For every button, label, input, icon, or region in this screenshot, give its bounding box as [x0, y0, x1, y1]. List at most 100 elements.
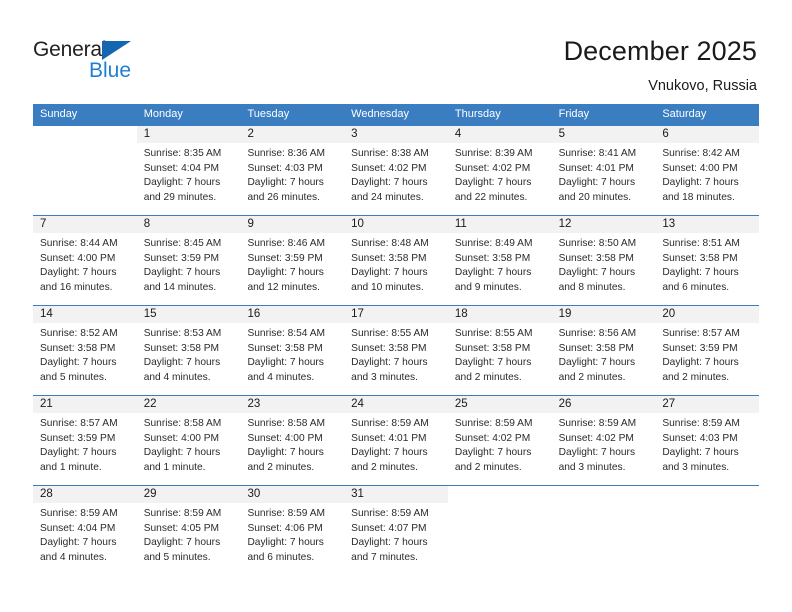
calendar-day-cell[interactable]: 30 Sunrise: 8:59 AM Sunset: 4:06 PM Dayligh…	[240, 486, 345, 575]
calendar-day-cell[interactable]: 6 Sunrise: 8:42 AM Sunset: 4:00 PM Daylight…	[655, 126, 760, 215]
sunrise-time: Sunrise: 8:57 AM	[662, 328, 740, 339]
calendar-day-cell[interactable]: 4 Sunrise: 8:39 AM Sunset: 4:02 PM Daylight…	[447, 126, 552, 215]
calendar-day-cell[interactable]: 8 Sunrise: 8:45 AM Sunset: 3:59 PM Daylight…	[136, 216, 241, 305]
day-details: Sunrise: 8:50 AM Sunset: 3:58 PM Daylight:…	[552, 233, 656, 295]
calendar-day-cell[interactable]: 14 Sunrise: 8:52 AM Sunset: 3:58 PM Dayligh…	[33, 306, 137, 395]
sunrise-time: Sunrise: 8:59 AM	[351, 418, 429, 429]
day-number-band: 22	[136, 396, 241, 413]
daylight-duration-line1: Daylight: 7 hours	[662, 177, 739, 189]
day-number-band: 26	[551, 396, 656, 413]
calendar-day-cell[interactable]: 26 Sunrise: 8:59 AM Sunset: 4:02 PM Dayligh…	[551, 396, 656, 485]
sunset-time: Sunset: 4:06 PM	[247, 522, 323, 534]
daylight-duration-line1: Daylight: 7 hours	[351, 177, 428, 189]
daylight-duration-line1: Daylight: 7 hours	[247, 447, 324, 459]
calendar-day-cell[interactable]: 3 Sunrise: 8:38 AM Sunset: 4:02 PM Daylight…	[344, 126, 448, 215]
sunset-time: Sunset: 4:03 PM	[247, 162, 323, 174]
daylight-duration-line1: Daylight: 7 hours	[143, 537, 221, 549]
sunset-time: Sunset: 4:00 PM	[247, 432, 323, 444]
calendar-day-cell[interactable]: 12 Sunrise: 8:50 AM Sunset: 3:58 PM Dayligh…	[551, 216, 656, 305]
daylight-duration-line2: and 5 minutes.	[143, 551, 211, 563]
daylight-duration-line2: and 4 minutes.	[143, 371, 211, 383]
day-number-band: 13	[655, 216, 760, 233]
daylight-duration-line2: and 4 minutes.	[40, 551, 107, 563]
daylight-duration-line1: Daylight: 7 hours	[143, 357, 221, 369]
calendar-day-cell-empty	[655, 486, 760, 575]
day-number-band: 28	[33, 486, 137, 503]
day-details: Sunrise: 8:53 AM Sunset: 3:58 PM Daylight:…	[137, 323, 241, 385]
day-number-band: 21	[33, 396, 137, 413]
sunset-time: Sunset: 3:58 PM	[558, 342, 634, 354]
day-number: 10	[351, 218, 364, 230]
daylight-duration-line2: and 3 minutes.	[351, 371, 418, 383]
calendar-day-cell[interactable]: 27 Sunrise: 8:59 AM Sunset: 4:03 PM Dayligh…	[655, 396, 760, 485]
daylight-duration-line2: and 24 minutes.	[351, 191, 424, 203]
sunrise-time: Sunrise: 8:54 AM	[247, 328, 326, 339]
calendar-day-cell[interactable]: 24 Sunrise: 8:59 AM Sunset: 4:01 PM Dayligh…	[344, 396, 448, 485]
sunrise-time: Sunrise: 8:36 AM	[247, 148, 326, 159]
calendar-day-cell[interactable]: 11 Sunrise: 8:49 AM Sunset: 3:58 PM Dayligh…	[447, 216, 552, 305]
calendar-day-cell[interactable]: 13 Sunrise: 8:51 AM Sunset: 3:58 PM Dayligh…	[655, 216, 760, 305]
sunset-time: Sunset: 3:58 PM	[662, 252, 738, 264]
calendar-day-cell[interactable]: 25 Sunrise: 8:59 AM Sunset: 4:02 PM Dayligh…	[447, 396, 552, 485]
day-details: Sunrise: 8:48 AM Sunset: 3:58 PM Daylight:…	[344, 233, 448, 295]
daylight-duration-line2: and 9 minutes.	[454, 281, 522, 293]
calendar-day-cell[interactable]: 19 Sunrise: 8:56 AM Sunset: 3:58 PM Dayligh…	[551, 306, 656, 395]
calendar-day-cell[interactable]: 7 Sunrise: 8:44 AM Sunset: 4:00 PM Daylight…	[33, 216, 137, 305]
day-number-band: 1	[136, 126, 241, 143]
calendar-day-cell[interactable]: 2 Sunrise: 8:36 AM Sunset: 4:03 PM Daylight…	[240, 126, 345, 215]
daylight-duration-line2: and 3 minutes.	[558, 461, 626, 473]
calendar-day-cell[interactable]: 29 Sunrise: 8:59 AM Sunset: 4:05 PM Dayligh…	[136, 486, 241, 575]
sunrise-time: Sunrise: 8:42 AM	[662, 148, 740, 159]
day-details: Sunrise: 8:42 AM Sunset: 4:00 PM Daylight:…	[655, 143, 759, 205]
calendar-day-cell[interactable]: 17 Sunrise: 8:55 AM Sunset: 3:58 PM Dayligh…	[344, 306, 448, 395]
calendar-day-cell[interactable]: 16 Sunrise: 8:54 AM Sunset: 3:58 PM Dayligh…	[240, 306, 345, 395]
daylight-duration-line2: and 26 minutes.	[247, 191, 320, 203]
day-number-band: 9	[240, 216, 345, 233]
daylight-duration-line1: Daylight: 7 hours	[351, 357, 428, 369]
calendar-day-cell[interactable]: 22 Sunrise: 8:58 AM Sunset: 4:00 PM Dayligh…	[136, 396, 241, 485]
sunrise-time: Sunrise: 8:52 AM	[40, 328, 118, 339]
daylight-duration-line1: Daylight: 7 hours	[40, 267, 117, 279]
daylight-duration-line2: and 2 minutes.	[662, 371, 730, 383]
calendar-day-cell[interactable]: 1 Sunrise: 8:35 AM Sunset: 4:04 PM Daylight…	[136, 126, 241, 215]
day-number: 1	[143, 128, 151, 140]
day-number: 12	[558, 218, 572, 230]
calendar-day-cell[interactable]: 9 Sunrise: 8:46 AM Sunset: 3:59 PM Daylight…	[240, 216, 345, 305]
sunrise-time: Sunrise: 8:59 AM	[247, 508, 326, 519]
sunrise-time: Sunrise: 8:53 AM	[143, 328, 222, 339]
calendar-day-cell[interactable]: 10 Sunrise: 8:48 AM Sunset: 3:58 PM Dayligh…	[344, 216, 448, 305]
calendar-day-cell[interactable]: 20 Sunrise: 8:57 AM Sunset: 3:59 PM Dayligh…	[655, 306, 760, 395]
calendar-day-cell-empty	[551, 486, 656, 575]
day-number: 30	[247, 488, 261, 500]
sunrise-time: Sunrise: 8:55 AM	[351, 328, 429, 339]
sunrise-time: Sunrise: 8:55 AM	[454, 328, 533, 339]
day-details	[33, 143, 137, 147]
daylight-duration-line2: and 2 minutes.	[454, 371, 522, 383]
calendar-day-cell[interactable]: 28 Sunrise: 8:59 AM Sunset: 4:04 PM Dayligh…	[33, 486, 137, 575]
day-details: Sunrise: 8:59 AM Sunset: 4:02 PM Daylight:…	[448, 413, 552, 475]
sunset-time: Sunset: 4:00 PM	[40, 252, 116, 264]
calendar-day-cell[interactable]: 23 Sunrise: 8:58 AM Sunset: 4:00 PM Dayligh…	[240, 396, 345, 485]
sunrise-time: Sunrise: 8:44 AM	[40, 238, 118, 249]
sunrise-time: Sunrise: 8:59 AM	[558, 418, 637, 429]
sunset-time: Sunset: 3:59 PM	[662, 342, 738, 354]
daylight-duration-line2: and 6 minutes.	[247, 551, 315, 563]
sunrise-time: Sunrise: 8:59 AM	[454, 418, 533, 429]
page-title: December 2025	[563, 36, 757, 66]
calendar-day-cell[interactable]: 5 Sunrise: 8:41 AM Sunset: 4:01 PM Daylight…	[551, 126, 656, 215]
sunrise-time: Sunrise: 8:58 AM	[143, 418, 222, 429]
sunset-time: Sunset: 4:02 PM	[454, 432, 531, 444]
calendar-day-cell[interactable]: 21 Sunrise: 8:57 AM Sunset: 3:59 PM Dayligh…	[33, 396, 137, 485]
calendar-week-row: 7 Sunrise: 8:44 AM Sunset: 4:00 PM Daylight…	[33, 215, 760, 305]
calendar-day-cell[interactable]: 15 Sunrise: 8:53 AM Sunset: 3:58 PM Dayligh…	[136, 306, 241, 395]
day-details: Sunrise: 8:57 AM Sunset: 3:59 PM Daylight:…	[33, 413, 137, 475]
calendar-day-cell[interactable]: 31 Sunrise: 8:59 AM Sunset: 4:07 PM Dayligh…	[344, 486, 448, 575]
day-number-band: 20	[655, 306, 760, 323]
day-number-band: 11	[447, 216, 552, 233]
general-blue-logo[interactable]: General Blue	[33, 38, 153, 84]
day-number: 23	[247, 398, 261, 410]
day-number: 8	[143, 218, 151, 230]
calendar-day-cell[interactable]: 18 Sunrise: 8:55 AM Sunset: 3:58 PM Dayligh…	[447, 306, 552, 395]
day-number: 27	[662, 398, 676, 410]
day-details: Sunrise: 8:59 AM Sunset: 4:04 PM Daylight:…	[33, 503, 137, 565]
